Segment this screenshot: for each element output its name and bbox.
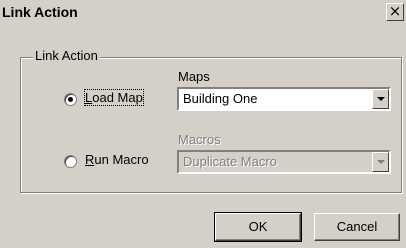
- load-map-label[interactable]: Load Map: [84, 89, 144, 106]
- window-title: Link Action: [2, 4, 78, 20]
- load-map-radio[interactable]: [64, 93, 77, 106]
- run-macro-accel: R: [85, 152, 95, 167]
- cancel-button[interactable]: Cancel: [314, 213, 400, 241]
- groupbox-legend: Link Action: [33, 48, 100, 63]
- close-icon: ×: [388, 2, 402, 20]
- ok-button[interactable]: OK: [214, 212, 302, 242]
- macros-select-value: Duplicate Macro: [183, 154, 277, 169]
- macros-label: Macros: [178, 132, 221, 147]
- run-macro-label[interactable]: Run Macro: [85, 152, 149, 167]
- radio-selected-dot: [68, 97, 73, 102]
- maps-dropdown-button[interactable]: [372, 89, 389, 109]
- run-macro-radio[interactable]: [64, 155, 77, 168]
- macros-select: Duplicate Macro: [177, 150, 391, 174]
- close-button[interactable]: ×: [386, 3, 404, 21]
- chevron-down-icon: [377, 97, 385, 101]
- macros-dropdown-button: [372, 152, 389, 172]
- chevron-down-icon: [377, 160, 385, 164]
- maps-label: Maps: [178, 69, 210, 84]
- link-action-dialog: Link Action × Link Action Load Map Run M…: [0, 0, 406, 248]
- title-bar: Link Action ×: [0, 0, 406, 26]
- load-map-label-rest: oad Map: [92, 90, 143, 105]
- maps-select-value: Building One: [183, 91, 258, 106]
- run-macro-label-rest: un Macro: [94, 152, 149, 167]
- maps-select[interactable]: Building One: [177, 87, 391, 111]
